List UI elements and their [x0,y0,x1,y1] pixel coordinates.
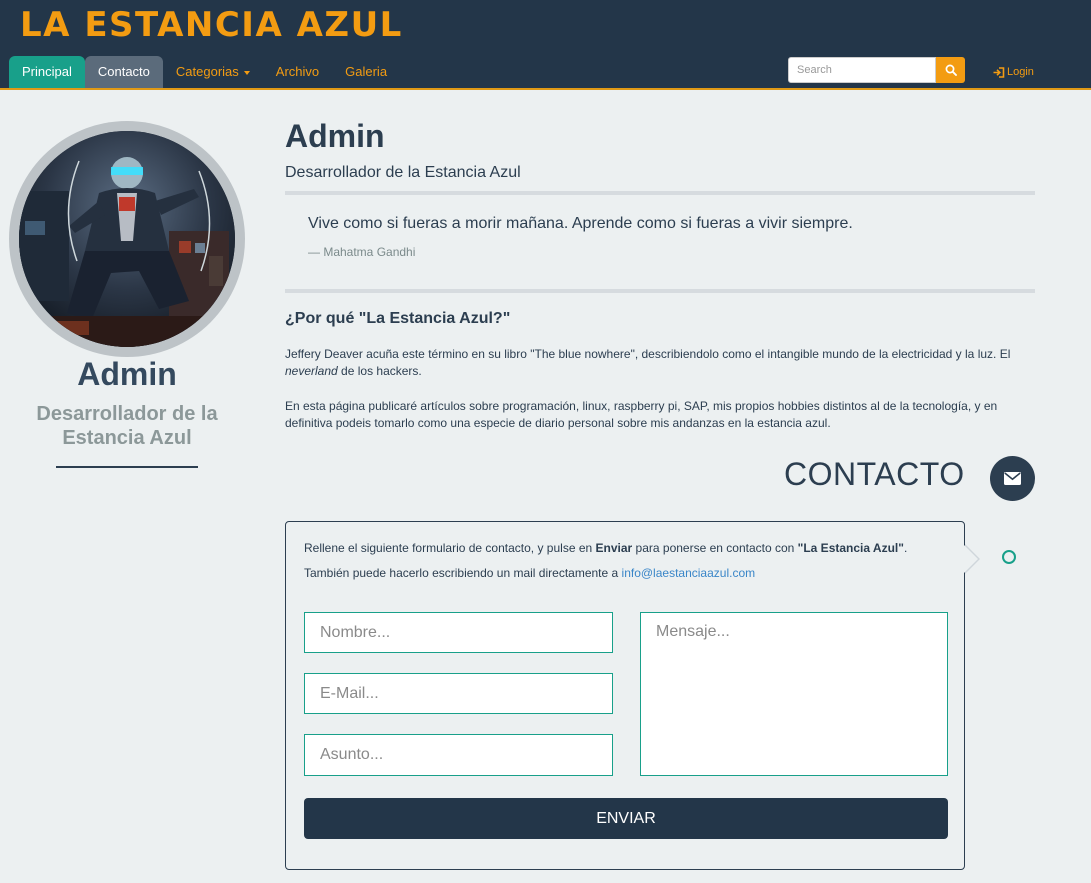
card-pointer-fill [964,545,978,573]
email-field[interactable] [304,673,613,714]
login-label: Login [1007,66,1034,78]
search-input[interactable] [788,57,936,83]
avatar-frame [9,121,245,357]
site-logo[interactable]: LA ESTANCIA AZUL [20,5,403,45]
nav-archivo[interactable]: Archivo [263,56,332,88]
message-field[interactable] [640,612,948,776]
quote-text: Vive como si fueras a morir mañana. Apre… [308,215,853,232]
page-subtitle: Desarrollador de la Estancia Azul [285,164,521,181]
main-nav: Principal Contacto Categorias Archivo Ga… [9,56,400,88]
nav-galeria[interactable]: Galeria [332,56,400,88]
sign-in-icon [993,66,1005,78]
contact-heading: CONTACTO [784,456,965,492]
email-link[interactable]: info@laestanciaazul.com [622,566,756,580]
sidebar-divider [56,466,198,468]
search-icon [945,64,957,76]
envelope-icon-badge [990,456,1035,501]
sidebar-role: Desarrollador de la Estancia Azul [36,403,218,449]
envelope-icon [1004,472,1021,485]
nav-categorias-label: Categorias [175,64,239,79]
divider [285,191,1035,195]
name-field[interactable] [304,612,613,653]
sidebar-name: Admin [77,356,177,392]
nav-principal[interactable]: Principal [9,56,85,88]
about-paragraph-2: En esta página publicaré artículos sobre… [285,399,998,430]
login-link[interactable]: Login [993,66,1034,78]
avatar-image [19,131,235,347]
nav-contacto[interactable]: Contacto [84,56,163,88]
avatar [19,131,235,347]
nav-categorias-dropdown[interactable]: Categorias [163,56,263,88]
caret-down-icon [243,70,250,75]
contact-email-line: También puede hacerlo escribiendo un mai… [304,566,756,580]
quote-author: — Mahatma Gandhi [308,245,416,259]
search-button[interactable] [936,57,965,83]
site-header: LA ESTANCIA AZUL Principal Contacto Cate… [0,0,1091,90]
divider [285,289,1035,293]
send-button[interactable]: ENVIAR [304,798,948,839]
about-paragraph-1: Jeffery Deaver acuña este término en su … [285,347,1011,378]
page-title: Admin [285,118,385,154]
subject-field[interactable] [304,734,613,776]
search-form [788,57,965,83]
contact-instructions: Rellene el siguiente formulario de conta… [304,541,908,555]
timeline-marker [1002,550,1016,564]
section-heading: ¿Por qué "La Estancia Azul?" [285,310,511,327]
